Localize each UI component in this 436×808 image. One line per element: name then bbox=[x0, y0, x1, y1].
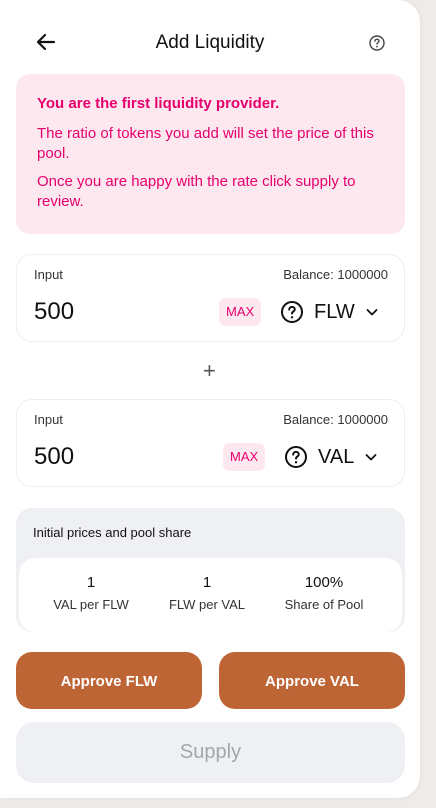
notice-line-supply: Once you are happy with the rate click s… bbox=[37, 173, 356, 210]
price-label: VAL per FLW bbox=[53, 597, 129, 612]
prices-pool-share-panel: Initial prices and pool share 1 VAL per … bbox=[16, 508, 405, 632]
price-label: Share of Pool bbox=[284, 597, 364, 612]
input-label: Input bbox=[34, 267, 63, 282]
price-flw-per-val: 1 FLW per VAL bbox=[143, 574, 271, 612]
pool-share: 100% Share of Pool bbox=[260, 574, 388, 612]
chevron-down-icon bbox=[364, 450, 378, 464]
help-icon[interactable] bbox=[368, 34, 386, 52]
price-value: 1 bbox=[202, 574, 212, 591]
add-liquidity-card: Add Liquidity You are the first liquidit… bbox=[0, 0, 420, 798]
approve-val-button[interactable]: Approve VAL bbox=[219, 652, 405, 709]
max-button-flw[interactable]: MAX bbox=[219, 298, 262, 326]
prices-values: 1 VAL per FLW 1 FLW per VAL 100% Share o… bbox=[19, 558, 402, 632]
notice-line-ratio: The ratio of tokens you add will set the… bbox=[37, 125, 374, 162]
price-label: FLW per VAL bbox=[168, 597, 246, 612]
amount-input-val[interactable] bbox=[34, 443, 194, 471]
token-unknown-icon bbox=[280, 300, 304, 324]
input-panel-val: Input Balance: 1000000 MAX VAL bbox=[16, 399, 405, 487]
balance-text: Balance: 1000000 bbox=[283, 412, 388, 427]
token-unknown-icon bbox=[284, 445, 308, 469]
approve-flw-button[interactable]: Approve FLW bbox=[16, 652, 202, 709]
page-title: Add Liquidity bbox=[155, 32, 265, 53]
balance-text: Balance: 1000000 bbox=[283, 267, 388, 282]
supply-button[interactable]: Supply bbox=[16, 722, 405, 783]
token-select-val[interactable]: VAL bbox=[284, 444, 378, 470]
header: Add Liquidity bbox=[0, 28, 420, 60]
price-value: 1 bbox=[86, 574, 96, 591]
input-label: Input bbox=[34, 412, 63, 427]
prices-title: Initial prices and pool share bbox=[33, 525, 192, 540]
price-val-per-flw: 1 VAL per FLW bbox=[27, 574, 155, 612]
token-symbol: VAL bbox=[318, 445, 355, 468]
plus-icon: + bbox=[203, 358, 216, 383]
token-symbol: FLW bbox=[314, 300, 355, 323]
price-value: 100% bbox=[304, 574, 344, 591]
token-select-flw[interactable]: FLW bbox=[280, 299, 379, 325]
max-button-val[interactable]: MAX bbox=[223, 443, 266, 471]
chevron-down-icon bbox=[365, 305, 379, 319]
amount-input-flw[interactable] bbox=[34, 298, 194, 326]
notice-heading: You are the first liquidity provider. bbox=[37, 95, 280, 112]
input-panel-flw: Input Balance: 1000000 MAX FLW bbox=[16, 254, 405, 342]
first-provider-notice: You are the first liquidity provider. Th… bbox=[16, 74, 405, 234]
